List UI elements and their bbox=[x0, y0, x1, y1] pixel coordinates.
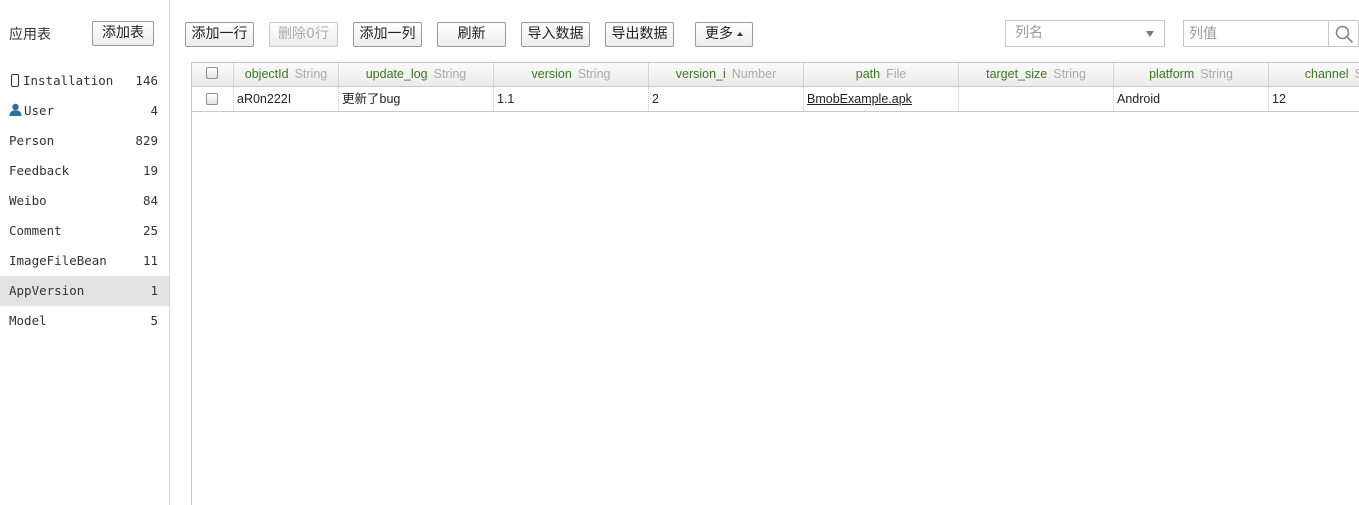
sidebar-item-count: 25 bbox=[142, 223, 158, 238]
row-select-cell bbox=[192, 87, 234, 111]
column-header-path[interactable]: path File bbox=[804, 63, 959, 86]
search-icon bbox=[1335, 25, 1354, 44]
sidebar-item-appversion[interactable]: AppVersion 1 bbox=[0, 276, 169, 306]
sidebar-item-imagefilebean[interactable]: ImageFileBean 11 bbox=[0, 246, 169, 276]
column-type: String bbox=[294, 67, 328, 81]
sidebar-item-comment[interactable]: Comment 25 bbox=[0, 216, 169, 246]
cell-version[interactable]: 1.1 bbox=[494, 87, 649, 111]
phone-icon bbox=[11, 74, 19, 87]
column-type: String bbox=[1053, 67, 1086, 81]
user-icon bbox=[9, 103, 22, 116]
search-button[interactable] bbox=[1328, 20, 1359, 47]
refresh-button[interactable]: 刷新 bbox=[437, 22, 506, 47]
file-link[interactable]: BmobExample.apk bbox=[807, 92, 912, 106]
sidebar-item-count: 5 bbox=[150, 313, 158, 328]
column-name: path bbox=[855, 67, 881, 81]
column-type: File bbox=[886, 67, 907, 81]
column-header-version-i[interactable]: version_i Number bbox=[649, 63, 804, 86]
sidebar-item-user[interactable]: User 4 bbox=[0, 96, 169, 126]
sidebar-title: 应用表 bbox=[9, 27, 51, 43]
column-name-placeholder: 列名 bbox=[1015, 25, 1043, 41]
column-type: String bbox=[1355, 67, 1359, 81]
sidebar-item-count: 829 bbox=[135, 133, 158, 148]
column-name: platform bbox=[1149, 67, 1195, 81]
add-column-button[interactable]: 添加一列 bbox=[353, 22, 422, 47]
sidebar-item-feedback[interactable]: Feedback 19 bbox=[0, 156, 169, 186]
grid-header: objectId String update_log String version S… bbox=[192, 63, 1359, 87]
sidebar-item-model[interactable]: Model 5 bbox=[0, 306, 169, 336]
chevron-down-icon bbox=[1146, 31, 1154, 37]
cell-update-log[interactable]: 更新了bug bbox=[339, 87, 494, 111]
sidebar-item-count: 146 bbox=[135, 73, 158, 88]
column-header-target-size[interactable]: target_size String bbox=[959, 63, 1114, 86]
sidebar-item-label: User bbox=[24, 103, 55, 118]
column-name: version_i bbox=[675, 67, 726, 81]
cell-objectid[interactable]: aR0n222I bbox=[234, 87, 339, 111]
column-type: String bbox=[433, 67, 467, 81]
sidebar-item-count: 84 bbox=[142, 193, 158, 208]
row-checkbox[interactable] bbox=[206, 93, 218, 105]
sidebar-item-label: Model bbox=[9, 313, 47, 328]
column-header-objectid[interactable]: objectId String bbox=[234, 63, 339, 86]
sidebar-item-label: Person bbox=[9, 133, 55, 148]
cell-platform[interactable]: Android bbox=[1114, 87, 1269, 111]
column-name: channel bbox=[1304, 67, 1349, 81]
sidebar-item-count: 1 bbox=[150, 283, 158, 298]
sidebar-item-label: Installation bbox=[23, 73, 114, 88]
sidebar-item-person[interactable]: Person 829 bbox=[0, 126, 169, 156]
table-list: Installation 146 User 4 Person 829 Feedb… bbox=[0, 66, 169, 336]
sidebar-item-weibo[interactable]: Weibo 84 bbox=[0, 186, 169, 216]
add-table-button[interactable]: 添加表 bbox=[92, 21, 154, 46]
cell-version-i[interactable]: 2 bbox=[649, 87, 804, 111]
sidebar-item-installation[interactable]: Installation 146 bbox=[0, 66, 169, 96]
select-all-checkbox[interactable] bbox=[206, 67, 218, 79]
column-header-update-log[interactable]: update_log String bbox=[339, 63, 494, 86]
column-header-channel[interactable]: channel String bbox=[1269, 63, 1359, 86]
sidebar-item-label: Comment bbox=[9, 223, 62, 238]
sidebar-header: 应用表 添加表 bbox=[0, 0, 169, 66]
column-type: String bbox=[1200, 67, 1233, 81]
delete-rows-button[interactable]: 删除0行 bbox=[269, 22, 338, 47]
cell-channel[interactable]: 12 bbox=[1269, 87, 1359, 111]
column-name: version bbox=[531, 67, 572, 81]
sidebar-item-label: Feedback bbox=[9, 163, 70, 178]
select-all-cell bbox=[192, 63, 234, 86]
sidebar-item-label: ImageFileBean bbox=[9, 253, 107, 268]
column-name-select[interactable]: 列名 bbox=[1005, 20, 1165, 47]
column-type: Number bbox=[731, 67, 777, 81]
export-data-button[interactable]: 导出数据 bbox=[605, 22, 674, 47]
more-menu-button[interactable]: 更多 bbox=[695, 22, 753, 47]
add-row-button[interactable]: 添加一行 bbox=[185, 22, 254, 47]
column-header-version[interactable]: version String bbox=[494, 63, 649, 86]
column-name: objectId bbox=[244, 67, 289, 81]
sidebar-item-count: 19 bbox=[142, 163, 158, 178]
column-name: update_log bbox=[365, 67, 428, 81]
table-row[interactable]: aR0n222I 更新了bug 1.1 2 BmobExample.apk An… bbox=[192, 87, 1359, 112]
sidebar-item-count: 4 bbox=[150, 103, 158, 118]
import-data-button[interactable]: 导入数据 bbox=[521, 22, 590, 47]
sidebar-item-count: 11 bbox=[142, 253, 158, 268]
data-grid: objectId String update_log String version S… bbox=[191, 62, 1359, 505]
column-type: String bbox=[577, 67, 611, 81]
cell-path[interactable]: BmobExample.apk bbox=[804, 87, 959, 111]
sidebar-item-label: AppVersion bbox=[9, 283, 85, 298]
column-name: target_size bbox=[986, 67, 1048, 81]
table-sidebar: 应用表 添加表 Installation 146 User 4 Person 8… bbox=[0, 0, 170, 505]
column-value-input[interactable] bbox=[1183, 20, 1329, 47]
cell-target-size[interactable] bbox=[959, 87, 1114, 111]
caret-up-icon bbox=[737, 32, 743, 36]
sidebar-item-label: Weibo bbox=[9, 193, 47, 208]
more-label: 更多 bbox=[705, 26, 733, 42]
column-header-platform[interactable]: platform String bbox=[1114, 63, 1269, 86]
